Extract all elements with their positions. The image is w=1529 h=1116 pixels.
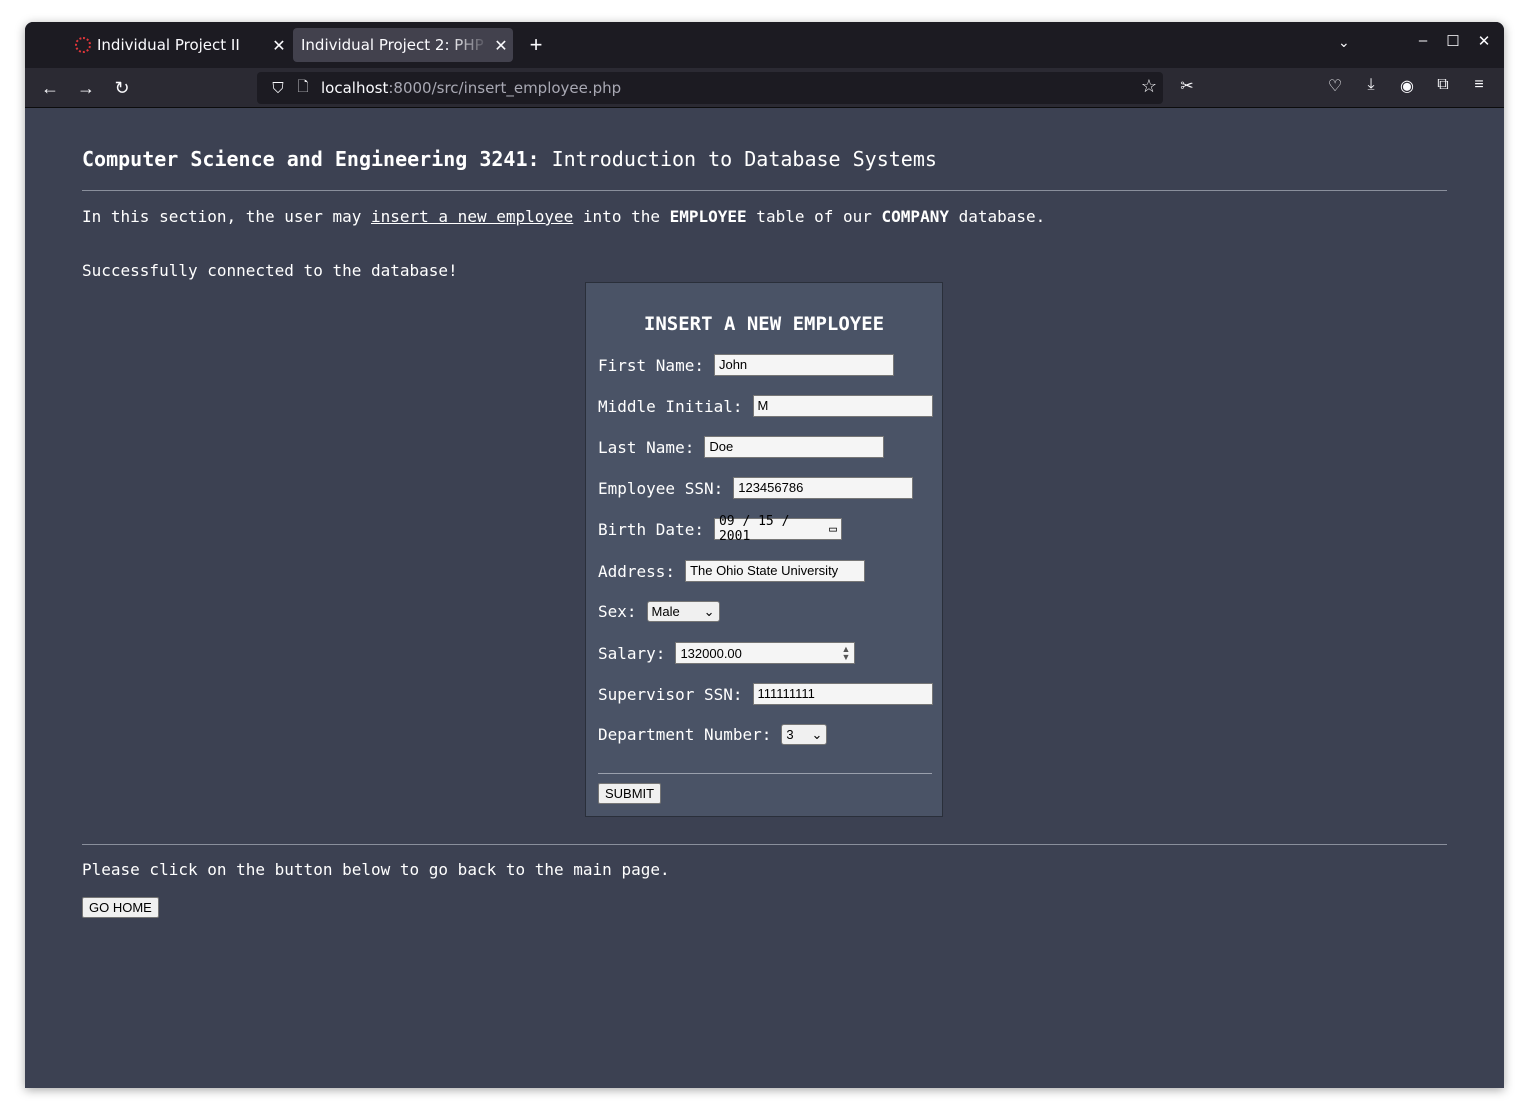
sex-select[interactable]: Male ⌄	[646, 601, 720, 622]
first-name-input[interactable]: John	[713, 354, 894, 376]
salary-input[interactable]: 132000.00 ▲ ▼	[675, 642, 856, 664]
divider	[82, 844, 1447, 845]
supervisor-ssn-label: Supervisor SSN:	[598, 684, 743, 704]
url-text[interactable]: localhost:8000/src/insert_employee.php	[321, 79, 621, 97]
minimize-icon[interactable]: –	[1411, 32, 1435, 49]
supervisor-ssn-row: Supervisor SSN: 111111111	[598, 683, 933, 705]
salary-row: Salary: 132000.00 ▲ ▼	[598, 642, 856, 664]
tab-title: Individual Project 2: PHP Web	[301, 36, 489, 54]
department-number-label: Department Number:	[598, 725, 772, 744]
last-name-input[interactable]: Doe	[704, 436, 885, 458]
page-title: Computer Science and Engineering 3241: I…	[82, 147, 937, 171]
back-icon[interactable]: ←	[37, 76, 63, 100]
employee-ssn-label: Employee SSN:	[598, 478, 724, 498]
browser-window: Individual Project II ✕ Individual Proje…	[25, 22, 1504, 1088]
menu-icon[interactable]: ≡	[1467, 76, 1491, 94]
last-name-label: Last Name:	[598, 437, 695, 457]
close-tab-icon[interactable]: ✕	[267, 36, 291, 55]
downloads-icon[interactable]: ⤓	[1359, 76, 1383, 94]
address-row: Address: The Ohio State University	[598, 560, 866, 582]
page-info-icon[interactable]: 🗋	[293, 76, 313, 100]
birth-date-input[interactable]: 09 / 15 / 2001 ▭	[713, 514, 842, 544]
birth-date-row: Birth Date: 09 / 15 / 2001 ▭	[598, 514, 842, 544]
tracking-protection-shield-icon[interactable]: ⛉	[263, 80, 293, 97]
maximize-icon[interactable]: ☐	[1441, 32, 1465, 50]
last-name-row: Last Name: Doe	[598, 436, 885, 458]
first-name-row: First Name: John	[598, 354, 894, 376]
supervisor-ssn-input[interactable]: 111111111	[752, 683, 933, 705]
tab-title: Individual Project II	[97, 36, 240, 54]
reload-icon[interactable]: ↻	[109, 76, 135, 100]
intro-text: In this section, the user may insert a n…	[82, 207, 1046, 226]
salary-label: Salary:	[598, 643, 666, 663]
sex-row: Sex: Male ⌄	[598, 601, 720, 622]
url-bar[interactable]: ⛉ 🗋 localhost:8000/src/insert_employee.p…	[257, 72, 1163, 104]
connection-status: Successfully connected to the database!	[82, 261, 458, 280]
employee-ssn-input[interactable]: 123456786	[733, 477, 914, 499]
calendar-icon[interactable]: ▭	[829, 522, 837, 537]
middle-initial-row: Middle Initial: M	[598, 395, 933, 417]
navigation-bar: ← → ↻ ⛉ 🗋 localhost:8000/src/insert_empl…	[25, 68, 1504, 108]
bookmark-star-icon[interactable]: ☆	[1141, 76, 1157, 97]
back-instructions: Please click on the button below to go b…	[82, 860, 670, 879]
close-window-icon[interactable]: ✕	[1472, 32, 1496, 50]
tab-strip: Individual Project II ✕ Individual Proje…	[25, 22, 1504, 68]
screenshot-icon[interactable]: ✂	[1175, 76, 1199, 96]
close-tab-icon[interactable]: ✕	[489, 36, 513, 55]
address-label: Address:	[598, 561, 676, 581]
spinner-arrows-icon[interactable]: ▲ ▼	[842, 645, 851, 662]
extensions-icon[interactable]: ⧉	[1431, 76, 1455, 94]
insert-employee-form: INSERT A NEW EMPLOYEE First Name: John M…	[585, 282, 943, 817]
address-input[interactable]: The Ohio State University	[685, 560, 866, 582]
site-favicon-icon	[75, 37, 91, 53]
first-name-label: First Name:	[598, 355, 704, 375]
divider	[82, 190, 1447, 191]
insert-employee-link[interactable]: insert a new employee	[371, 207, 573, 226]
tab-php-web[interactable]: Individual Project 2: PHP Web ✕	[293, 28, 513, 62]
middle-initial-input[interactable]: M	[752, 395, 933, 417]
tab-individual-project-ii[interactable]: Individual Project II ✕	[65, 28, 291, 62]
form-divider	[598, 773, 932, 774]
department-number-select[interactable]: 3 ⌄	[781, 724, 828, 745]
forward-icon[interactable]: →	[73, 76, 99, 100]
employee-ssn-row: Employee SSN: 123456786	[598, 477, 914, 499]
birth-date-label: Birth Date:	[598, 519, 704, 539]
chevron-down-icon: ⌄	[811, 726, 823, 742]
chevron-down-icon: ⌄	[703, 603, 715, 619]
pocket-icon[interactable]: ♡	[1323, 76, 1347, 96]
new-tab-icon[interactable]: +	[525, 30, 547, 60]
list-all-tabs-icon[interactable]: ⌄	[1338, 34, 1350, 51]
go-home-button[interactable]: GO HOME	[82, 897, 159, 918]
form-title: INSERT A NEW EMPLOYEE	[643, 313, 885, 335]
middle-initial-label: Middle Initial:	[598, 396, 743, 416]
sex-label: Sex:	[598, 602, 637, 621]
account-icon[interactable]: ◉	[1395, 76, 1419, 96]
submit-button[interactable]: SUBMIT	[598, 783, 662, 804]
page-content: Computer Science and Engineering 3241: I…	[25, 109, 1504, 1088]
department-number-row: Department Number: 3 ⌄	[598, 724, 828, 745]
